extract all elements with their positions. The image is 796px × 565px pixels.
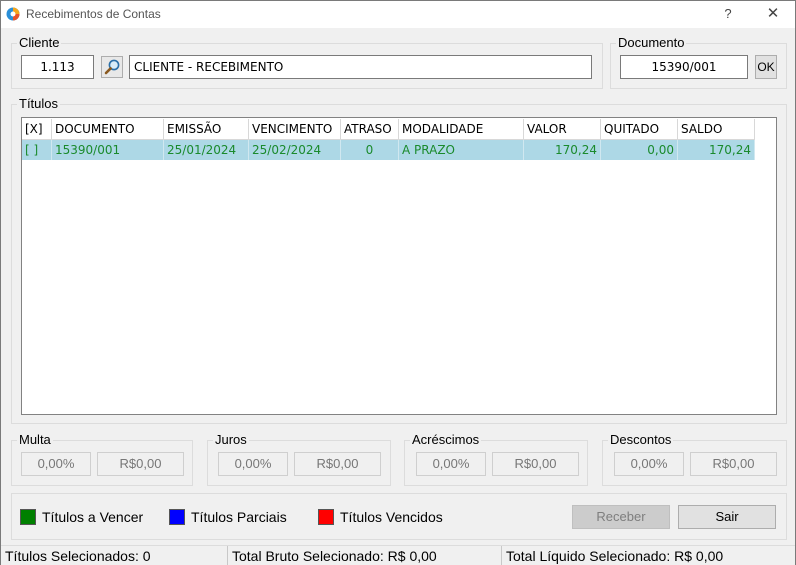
row-documento: 15390/001 [52, 140, 164, 160]
magnifier-icon [104, 59, 120, 75]
status-total-net: Total Líquido Selecionado: R$ 0,00 [501, 546, 795, 565]
title-bar: Recebimentos de Contas ? ✕ [1, 1, 795, 28]
legend-label-vencidos: Títulos Vencidos [340, 509, 443, 525]
row-vencimento: 25/02/2024 [249, 140, 341, 160]
multa-label: Multa [17, 432, 53, 448]
status-total-gross: Total Bruto Selecionado: R$ 0,00 [227, 546, 501, 565]
column-header-saldo[interactable]: SALDO [678, 119, 755, 140]
acrescimos-percent-field[interactable]: 0,00% [416, 452, 486, 476]
row-select-checkbox[interactable]: [ ] [22, 140, 52, 160]
juros-amount-field[interactable]: R$0,00 [294, 452, 381, 476]
descontos-amount-field[interactable]: R$0,00 [690, 452, 777, 476]
close-button[interactable]: ✕ [753, 1, 793, 27]
column-header-atraso[interactable]: ATRASO [341, 119, 399, 140]
row-valor: 170,24 [524, 140, 601, 160]
acrescimos-label: Acréscimos [410, 432, 482, 448]
multa-percent-field[interactable]: 0,00% [21, 452, 91, 476]
receivables-window: Recebimentos de Contas ? ✕ Cliente 1.113… [0, 0, 796, 565]
column-header-modalidade[interactable]: MODALIDADE [399, 119, 524, 140]
juros-percent-field[interactable]: 0,00% [218, 452, 288, 476]
legend-label-parciais: Títulos Parciais [191, 509, 287, 525]
column-header-valor[interactable]: VALOR [524, 119, 601, 140]
exit-button[interactable]: Sair [678, 505, 776, 529]
column-header-quitado[interactable]: QUITADO [601, 119, 678, 140]
row-quitado: 0,00 [601, 140, 678, 160]
juros-label: Juros [213, 432, 249, 448]
client-search-button[interactable] [101, 56, 123, 78]
multa-amount-field[interactable]: R$0,00 [97, 452, 184, 476]
titulos-label: Títulos [17, 96, 61, 112]
acrescimos-amount-field[interactable]: R$0,00 [492, 452, 579, 476]
row-saldo: 170,24 [678, 140, 755, 160]
client-name-field[interactable]: CLIENTE - RECEBIMENTO [129, 55, 592, 79]
client-code-field[interactable]: 1.113 [21, 55, 94, 79]
document-ok-button[interactable]: OK [755, 55, 777, 79]
legend-swatch-vencidos [318, 509, 334, 525]
status-bar: Títulos Selecionados: 0 Total Bruto Sele… [1, 545, 795, 565]
descontos-label: Descontos [608, 432, 674, 448]
documento-label: Documento [616, 35, 687, 51]
legend-swatch-vencer [20, 509, 36, 525]
column-header-select[interactable]: [X] [22, 119, 52, 140]
row-emissao: 25/01/2024 [164, 140, 249, 160]
cliente-label: Cliente [17, 35, 62, 51]
row-atraso: 0 [341, 140, 399, 160]
titles-grid[interactable]: [X] DOCUMENTO EMISSÃO VENCIMENTO ATRASO … [21, 117, 777, 415]
window-title: Recebimentos de Contas [26, 7, 161, 21]
column-header-emissao[interactable]: EMISSÃO [164, 119, 249, 140]
document-field[interactable]: 15390/001 [620, 55, 748, 79]
legend-label-vencer: Títulos a Vencer [42, 509, 144, 525]
column-header-vencimento[interactable]: VENCIMENTO [249, 119, 341, 140]
app-logo-icon [6, 7, 20, 21]
descontos-percent-field[interactable]: 0,00% [614, 452, 684, 476]
legend-swatch-parciais [169, 509, 185, 525]
help-button[interactable]: ? [713, 1, 743, 27]
row-modalidade: A PRAZO [399, 140, 524, 160]
receive-button[interactable]: Receber [572, 505, 670, 529]
column-header-documento[interactable]: DOCUMENTO [52, 119, 164, 140]
status-selected-count: Títulos Selecionados: 0 [5, 548, 151, 564]
